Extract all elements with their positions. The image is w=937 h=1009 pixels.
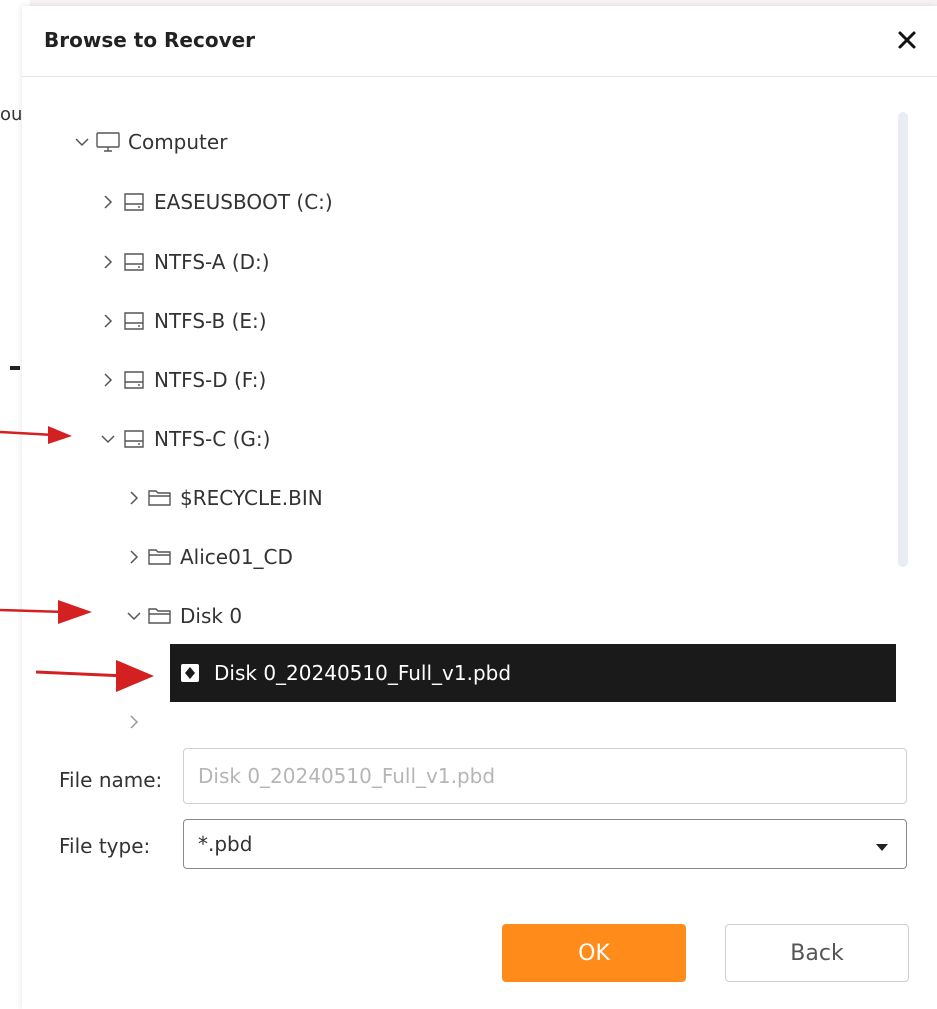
tree-item-label: NTFS-D (F:) (154, 368, 267, 392)
chevron-right-icon[interactable] (122, 545, 146, 569)
tree-item-recycle-bin[interactable]: $RECYCLE.BIN (122, 478, 323, 518)
tree-item-label: NTFS-C (G:) (154, 427, 271, 451)
tree-item-drive-d[interactable]: NTFS-A (D:) (96, 242, 270, 282)
file-type-select[interactable]: *.pbd (183, 819, 907, 869)
close-icon (898, 31, 916, 49)
backup-file-icon (176, 661, 204, 685)
tree-item-label: Disk 0 (180, 604, 243, 628)
folder-icon (146, 545, 174, 569)
browse-dialog: Browse to Recover Computer EASEUSBOOT (C… (22, 6, 937, 1009)
chevron-right-icon (122, 712, 146, 731)
tree-item-disk-0[interactable]: Disk 0 (122, 596, 242, 636)
tree-item-partial (122, 712, 146, 731)
close-button[interactable] (891, 24, 923, 56)
tree-item-alice01-cd[interactable]: Alice01_CD (122, 537, 293, 577)
folder-icon (146, 604, 174, 628)
chevron-right-icon[interactable] (96, 190, 120, 214)
ok-button[interactable]: OK (502, 924, 686, 982)
chevron-right-icon[interactable] (96, 368, 120, 392)
drive-icon (120, 250, 148, 274)
file-name-field[interactable]: Disk 0_20240510_Full_v1.pbd (183, 748, 907, 804)
drive-icon (120, 368, 148, 392)
computer-icon (94, 130, 122, 154)
chevron-right-icon[interactable] (122, 486, 146, 510)
dropdown-caret-icon (876, 844, 888, 851)
chevron-down-icon[interactable] (70, 130, 94, 154)
annotation-arrow-icon (0, 426, 72, 444)
chevron-right-icon[interactable] (96, 250, 120, 274)
file-type-value: *.pbd (198, 832, 253, 856)
drive-icon (120, 309, 148, 333)
tree-item-drive-f[interactable]: NTFS-D (F:) (96, 360, 266, 400)
chevron-down-icon[interactable] (96, 427, 120, 451)
tree-item-label: Disk 0_20240510_Full_v1.pbd (214, 661, 512, 685)
tree-item-label: $RECYCLE.BIN (180, 486, 323, 510)
tree-item-drive-g[interactable]: NTFS-C (G:) (96, 419, 270, 459)
background-text: ou (0, 104, 23, 125)
background-dash (10, 366, 20, 370)
file-name-placeholder: Disk 0_20240510_Full_v1.pbd (198, 764, 496, 788)
chevron-down-icon[interactable] (122, 604, 146, 628)
tree-scrollbar[interactable] (898, 112, 908, 567)
tree-item-selected-file[interactable]: Disk 0_20240510_Full_v1.pbd (170, 644, 896, 702)
dialog-title: Browse to Recover (44, 28, 256, 52)
tree-item-computer[interactable]: Computer (70, 122, 227, 162)
tree-item-label: Computer (128, 130, 228, 154)
tree-item-label: EASEUSBOOT (C:) (154, 190, 333, 214)
chevron-right-icon[interactable] (96, 309, 120, 333)
folder-icon (146, 486, 174, 510)
folder-tree: Computer EASEUSBOOT (C:) NTFS-A (D:) NTF… (22, 106, 902, 731)
tree-item-label: Alice01_CD (180, 545, 293, 569)
tree-item-label: NTFS-B (E:) (154, 309, 267, 333)
tree-item-drive-e[interactable]: NTFS-B (E:) (96, 301, 267, 341)
tree-item-drive-c[interactable]: EASEUSBOOT (C:) (96, 182, 333, 222)
back-button[interactable]: Back (725, 924, 909, 982)
tree-item-label: NTFS-A (D:) (154, 250, 270, 274)
file-type-label: File type: (59, 834, 151, 858)
annotation-arrow-icon (0, 600, 92, 624)
dialog-titlebar: Browse to Recover (22, 6, 937, 77)
annotation-arrow-icon (36, 660, 154, 692)
file-name-label: File name: (59, 768, 163, 792)
drive-icon (120, 427, 148, 451)
drive-icon (120, 190, 148, 214)
